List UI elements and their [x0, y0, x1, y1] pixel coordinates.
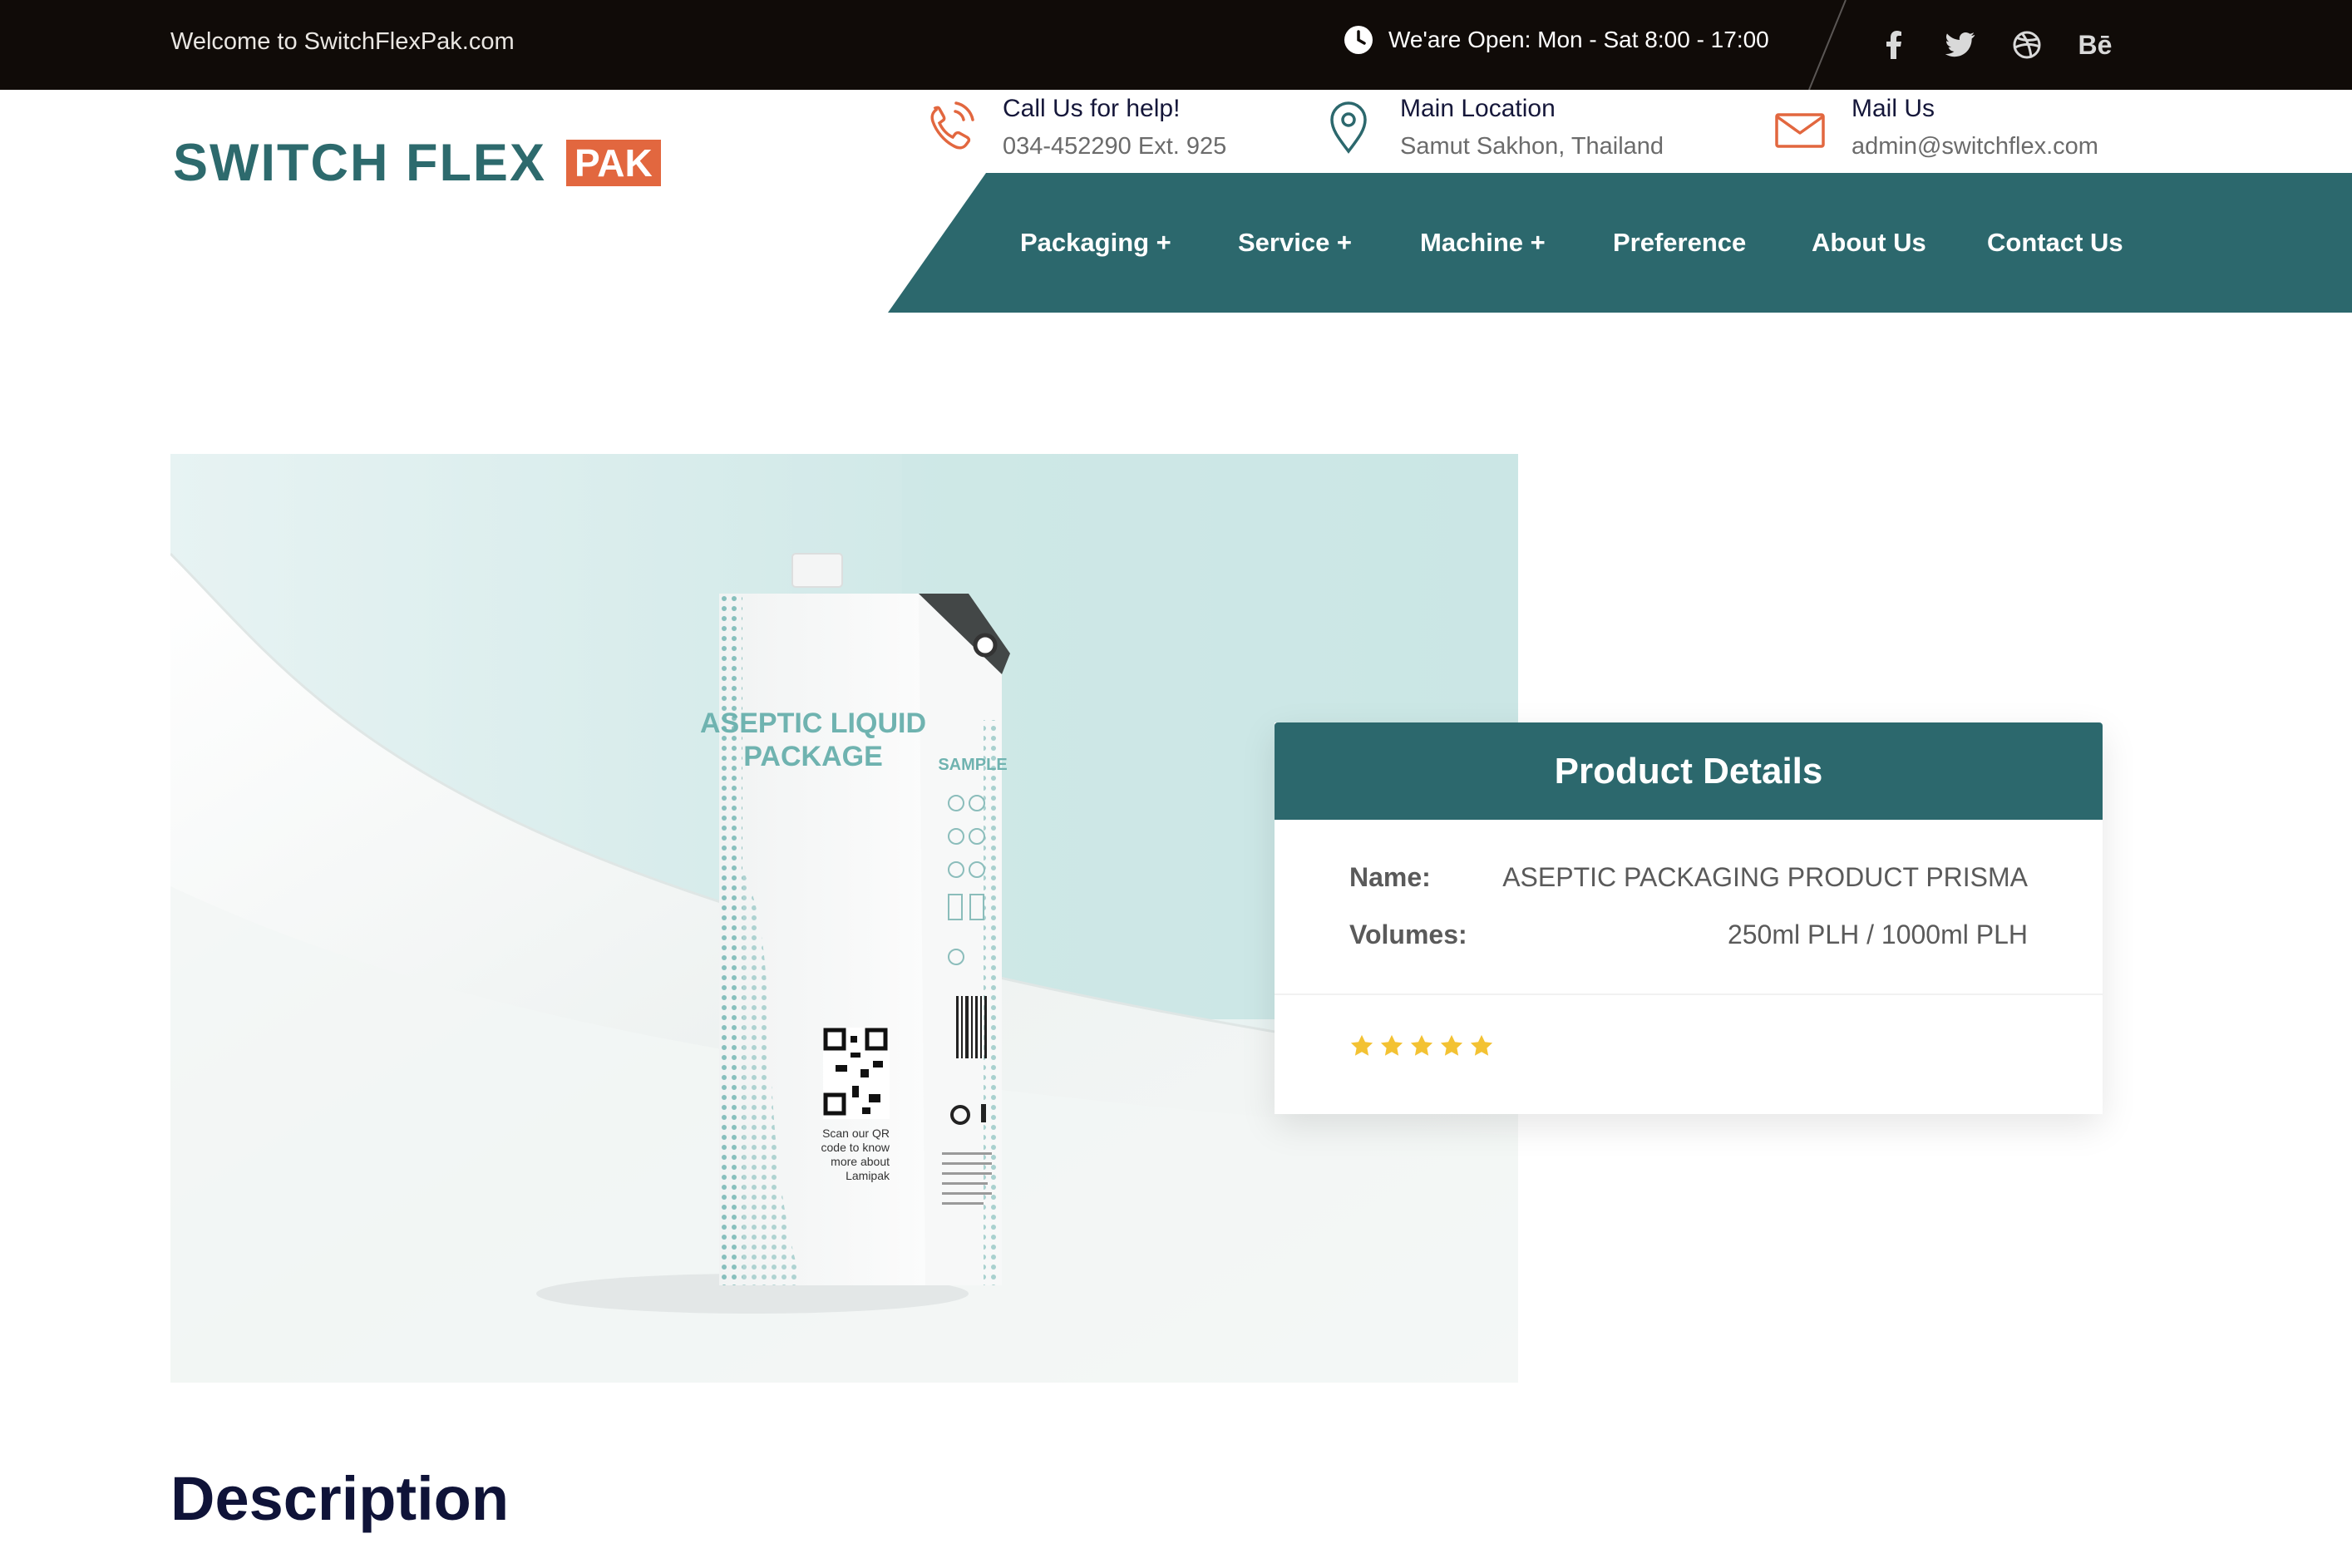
product-name-value: ASEPTIC PACKAGING PRODUCT PRISMA	[1502, 862, 2028, 892]
svg-text:PACKAGE: PACKAGE	[743, 741, 883, 772]
opening-hours: We'are Open: Mon - Sat 8:00 - 17:00	[1344, 25, 1769, 55]
product-volumes-label: Volumes:	[1349, 920, 1467, 949]
description-heading: Description	[170, 1464, 510, 1533]
nav-contact-us[interactable]: Contact Us	[1987, 173, 2123, 313]
star-icon	[1410, 1034, 1433, 1056]
svg-text:SAMPLE: SAMPLE	[938, 756, 1007, 774]
nav-about-us[interactable]: About Us	[1812, 173, 1926, 313]
contact-location-title: Main Location	[1400, 95, 1556, 122]
star-icon	[1470, 1034, 1493, 1056]
logo-tag: PAK	[565, 140, 661, 186]
nav-service[interactable]: Service +	[1238, 173, 1352, 313]
contact-mail[interactable]: Mail Us admin@switchflex.com	[1773, 91, 2098, 160]
dribbble-icon[interactable]	[2012, 30, 2042, 60]
social-links: Bē	[1879, 0, 2147, 90]
product-details-card: Product Details Name: ASEPTIC PACKAGING …	[1275, 722, 2103, 1114]
clock-icon	[1344, 26, 1373, 54]
opening-hours-text: We'are Open: Mon - Sat 8:00 - 17:00	[1388, 27, 1769, 52]
location-pin-icon	[1330, 101, 1367, 154]
facebook-icon[interactable]	[1879, 30, 1909, 60]
contact-phone-title: Call Us for help!	[1003, 95, 1181, 122]
top-bar: Welcome to SwitchFlexPak.com We'are Open…	[0, 0, 2352, 90]
star-icon	[1350, 1034, 1373, 1056]
contact-phone[interactable]: Call Us for help! 034-452290 Ext. 925	[925, 91, 1226, 160]
svg-text:ASEPTIC LIQUID: ASEPTIC LIQUID	[700, 708, 926, 739]
contact-location-value: Samut Sakhon, Thailand	[1400, 133, 1664, 160]
phone-icon	[930, 101, 974, 150]
behance-icon[interactable]: Bē	[2078, 30, 2113, 60]
divider	[1808, 0, 1847, 90]
divider	[1275, 994, 2103, 995]
welcome-text: Welcome to SwitchFlexPak.com	[170, 28, 515, 55]
star-icon	[1440, 1034, 1463, 1056]
product-name-row: Name: ASEPTIC PACKAGING PRODUCT PRISMA	[1349, 862, 2028, 893]
twitter-icon[interactable]	[1945, 30, 1975, 60]
nav-packaging[interactable]: Packaging +	[1020, 173, 1171, 313]
carton-illustration: ASEPTIC LIQUID PACKAGE SAMPLE Scan our Q…	[700, 553, 1010, 1285]
mail-icon	[1775, 113, 1825, 148]
product-rating	[1349, 1033, 1499, 1058]
nav-machine[interactable]: Machine +	[1420, 173, 1546, 313]
product-details-heading: Product Details	[1275, 722, 2103, 820]
contact-phone-value: 034-452290 Ext. 925	[1003, 133, 1227, 160]
nav-preference[interactable]: Preference	[1613, 173, 1746, 313]
product-name-label: Name:	[1349, 862, 1431, 892]
contact-mail-value: admin@switchflex.com	[1852, 133, 2098, 160]
logo-text: SWITCH FLEX	[173, 134, 546, 192]
product-volumes-row: Volumes: 250ml PLH / 1000ml PLH	[1349, 920, 2028, 950]
contact-mail-title: Mail Us	[1852, 95, 1935, 122]
product-volumes-value: 250ml PLH / 1000ml PLH	[1727, 920, 2028, 949]
main-navigation: Packaging + Service + Machine + Preferen…	[888, 173, 2352, 313]
site-logo[interactable]: SWITCH FLEX PAK	[173, 133, 661, 193]
contact-location[interactable]: Main Location Samut Sakhon, Thailand	[1322, 91, 1664, 160]
star-icon	[1380, 1034, 1403, 1056]
